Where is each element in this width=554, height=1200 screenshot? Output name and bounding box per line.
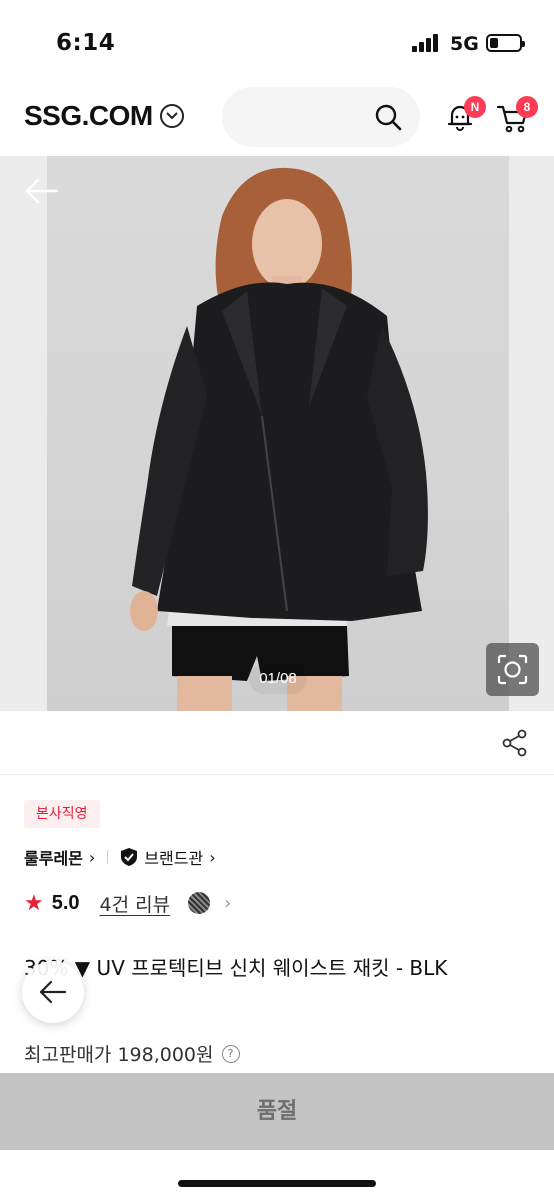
home-indicator [178, 1180, 376, 1187]
app-header: SSG.COM N 8 [0, 82, 554, 154]
product-photo [47, 156, 509, 711]
shield-check-icon [121, 848, 138, 866]
review-count-link[interactable]: 4건 리뷰 [100, 890, 171, 917]
cart-count-badge: 8 [516, 96, 538, 118]
chevron-right-icon: › [88, 847, 96, 867]
search-icon[interactable] [374, 103, 402, 131]
camera-lens-icon [497, 654, 528, 685]
site-logo[interactable]: SSG.COM [24, 100, 153, 132]
brand-hall-link[interactable]: 브랜드관 › [120, 845, 216, 869]
status-bar: 6:14 5G [0, 0, 554, 80]
review-thumbnail[interactable] [188, 892, 211, 914]
brand-hall-label: 브랜드관 [144, 849, 204, 868]
signal-icon [412, 34, 442, 52]
back-arrow-icon [39, 980, 67, 1004]
chevron-right-icon: › [209, 847, 216, 867]
product-title: 30% ▼ UV 프로텍티브 신치 웨이스트 재킷 - BLK [24, 956, 448, 980]
share-icon[interactable] [502, 729, 528, 757]
mall-switch-chevron-icon[interactable] [160, 104, 184, 128]
star-icon: ★ [24, 890, 44, 916]
notification-badge: N [464, 96, 486, 118]
divider [107, 850, 109, 864]
max-price: 최고판매가 198,000원 [24, 1044, 214, 1066]
network-type: 5G [450, 33, 479, 55]
price-row: 최고판매가 198,000원 ? [24, 1040, 240, 1067]
rating-row: ★ 5.0 4건 리뷰 › [24, 888, 231, 918]
back-arrow-icon[interactable] [24, 178, 58, 204]
rating-value: 5.0 [51, 891, 80, 914]
help-icon[interactable]: ? [221, 1044, 240, 1063]
chevron-right-icon[interactable]: › [224, 893, 231, 914]
status-time: 6:14 [56, 30, 116, 56]
image-search-button[interactable] [486, 643, 539, 696]
sold-out-button[interactable]: 품절 [0, 1073, 554, 1150]
battery-icon [486, 34, 525, 52]
brand-row: 룰루레몬 › 브랜드관 › [24, 845, 216, 869]
image-counter: 01/08 [249, 664, 307, 694]
floating-back-button[interactable] [22, 961, 84, 1023]
official-store-badge: 본사직영 [24, 800, 100, 828]
share-row [0, 711, 554, 775]
search-input[interactable] [222, 87, 420, 147]
brand-link[interactable]: 룰루레몬 [24, 845, 83, 869]
product-image-gallery[interactable]: 01/08 [0, 156, 554, 711]
